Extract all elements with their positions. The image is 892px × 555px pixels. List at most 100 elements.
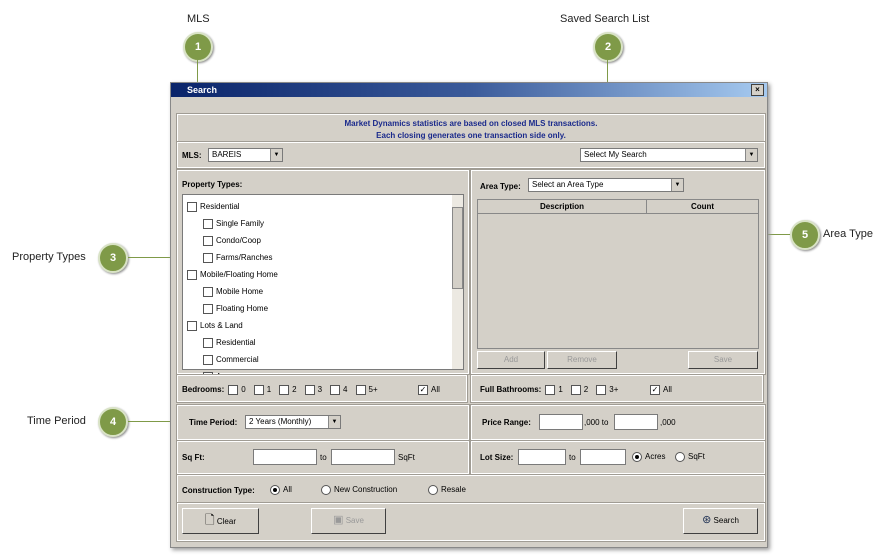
bathrooms-label: Full Bathrooms: [480, 385, 542, 394]
checkbox[interactable] [203, 286, 213, 297]
add-button[interactable]: Add [477, 351, 545, 369]
checkbox[interactable] [279, 384, 290, 395]
checkbox[interactable] [570, 384, 581, 395]
search-button[interactable]: ⊛ Search [683, 508, 758, 534]
property-type-item[interactable]: Floating Home [187, 300, 463, 317]
checkbox[interactable] [187, 269, 197, 280]
radio[interactable] [270, 485, 280, 495]
checkbox[interactable] [203, 252, 213, 263]
bedrooms-option[interactable]: 1 [253, 384, 271, 395]
property-type-item[interactable]: Single Family [187, 215, 463, 232]
bedrooms-all-label: All [431, 385, 440, 394]
option-label: 5+ [368, 385, 378, 394]
time-period-select[interactable]: 2 Years (Monthly) ▼ [245, 415, 341, 429]
property-types-list[interactable]: Residential Single Family Condo/Coop Farms/… [182, 194, 464, 382]
checkbox[interactable] [203, 354, 213, 365]
column-count[interactable]: Count [647, 200, 758, 214]
bedrooms-option[interactable]: 3 [304, 384, 323, 395]
clear-button[interactable]: 🗋 Clear [182, 508, 259, 534]
lot-acres-option[interactable]: Acres [632, 452, 665, 462]
property-type-item[interactable]: Residential [187, 334, 463, 351]
option-label: 3 [317, 385, 323, 394]
scrollbar[interactable] [452, 195, 463, 369]
bathrooms-all-checkbox[interactable]: ✓ [650, 384, 660, 395]
construction-resale[interactable]: Resale [428, 485, 466, 495]
acres-radio[interactable] [632, 452, 642, 462]
price-suffix: ,000 [660, 418, 676, 427]
sqft-min-input[interactable] [253, 449, 317, 465]
bedrooms-option[interactable]: 4 [330, 384, 348, 395]
acres-label: Acres [645, 452, 666, 462]
property-type-label: Commercial [216, 355, 259, 364]
checkbox[interactable] [187, 320, 197, 331]
area-save-button[interactable]: Save [688, 351, 758, 369]
property-type-item[interactable]: Mobile/Floating Home [187, 266, 463, 283]
lot-min-input[interactable] [518, 449, 566, 465]
scroll-thumb[interactable] [452, 207, 463, 289]
mls-label: MLS: [182, 151, 202, 160]
saved-search-select[interactable]: Select My Search ▼ [580, 148, 758, 162]
checkbox[interactable] [355, 384, 366, 395]
lot-size-row: Lot Size: to Acres SqFt [470, 440, 766, 475]
bathrooms-option[interactable]: 3+ [596, 384, 619, 395]
search-window: Search × Market Dynamics statistics are … [170, 82, 768, 548]
property-type-item[interactable]: Mobile Home [187, 283, 463, 300]
option-label: 3+ [609, 385, 619, 394]
save-icon: ▣ [333, 514, 344, 526]
property-type-item[interactable]: Lots & Land [187, 317, 463, 334]
checkbox[interactable] [203, 337, 213, 348]
checkbox[interactable] [228, 384, 239, 395]
checkbox[interactable] [253, 384, 264, 395]
checkbox[interactable] [187, 201, 197, 212]
callout-5: 5 [790, 220, 820, 250]
checkbox[interactable] [545, 384, 556, 395]
radio[interactable] [428, 485, 438, 495]
lot-max-input[interactable] [580, 449, 626, 465]
property-type-label: Single Family [216, 219, 265, 228]
radio[interactable] [321, 485, 331, 495]
lot-size-label: Lot Size: [480, 453, 514, 462]
property-type-label: Residential [216, 338, 256, 347]
price-min-input[interactable] [539, 414, 583, 430]
option-label: 1 [558, 385, 563, 394]
price-max-input[interactable] [614, 414, 658, 430]
checkbox[interactable] [596, 384, 607, 395]
callout-4: 4 [98, 407, 128, 437]
checkbox[interactable] [203, 303, 213, 314]
bedrooms-option[interactable]: 2 [279, 384, 297, 395]
mls-row: MLS: BAREIS ▼ Select My Search ▼ [176, 141, 766, 169]
property-type-item[interactable]: Residential [187, 198, 463, 215]
construction-new[interactable]: New Construction [321, 485, 397, 495]
callout-label-time-period: Time Period [27, 415, 86, 427]
checkbox[interactable] [304, 384, 315, 395]
bedrooms-option[interactable]: 0 [228, 384, 246, 395]
price-to-text: ,000 to [584, 418, 609, 427]
bathrooms-option[interactable]: 2 [570, 384, 588, 395]
checkbox[interactable] [203, 218, 213, 229]
area-type-select[interactable]: Select an Area Type ▼ [528, 178, 684, 192]
remove-button[interactable]: Remove [547, 351, 617, 369]
mls-select[interactable]: BAREIS ▼ [208, 148, 283, 162]
close-button[interactable]: × [751, 84, 764, 96]
callout-label-saved-search: Saved Search List [560, 13, 650, 25]
bedrooms-all-checkbox[interactable]: ✓ [418, 384, 428, 395]
checkbox[interactable] [330, 384, 341, 395]
construction-all[interactable]: All [270, 485, 292, 495]
property-type-item[interactable]: Farms/Ranches [187, 249, 463, 266]
property-type-item[interactable]: Commercial [187, 351, 463, 368]
option-label: Resale [441, 485, 466, 495]
sqft-radio[interactable] [675, 452, 685, 462]
bathrooms-option[interactable]: 1 [545, 384, 563, 395]
sqft-max-input[interactable] [331, 449, 395, 465]
sqft-label: Sq Ft: [182, 453, 205, 462]
checkbox[interactable] [203, 235, 213, 246]
sqft-unit: SqFt [398, 453, 415, 462]
lot-sqft-option[interactable]: SqFt [675, 452, 705, 462]
property-type-label: Lots & Land [200, 321, 243, 330]
callout-label-mls: MLS [187, 13, 210, 25]
property-type-item[interactable]: Condo/Coop [187, 232, 463, 249]
column-description[interactable]: Description [478, 200, 647, 214]
title-bar[interactable]: Search × [171, 83, 767, 97]
save-button[interactable]: ▣ Save [311, 508, 386, 534]
bedrooms-option[interactable]: 5+ [355, 384, 378, 395]
